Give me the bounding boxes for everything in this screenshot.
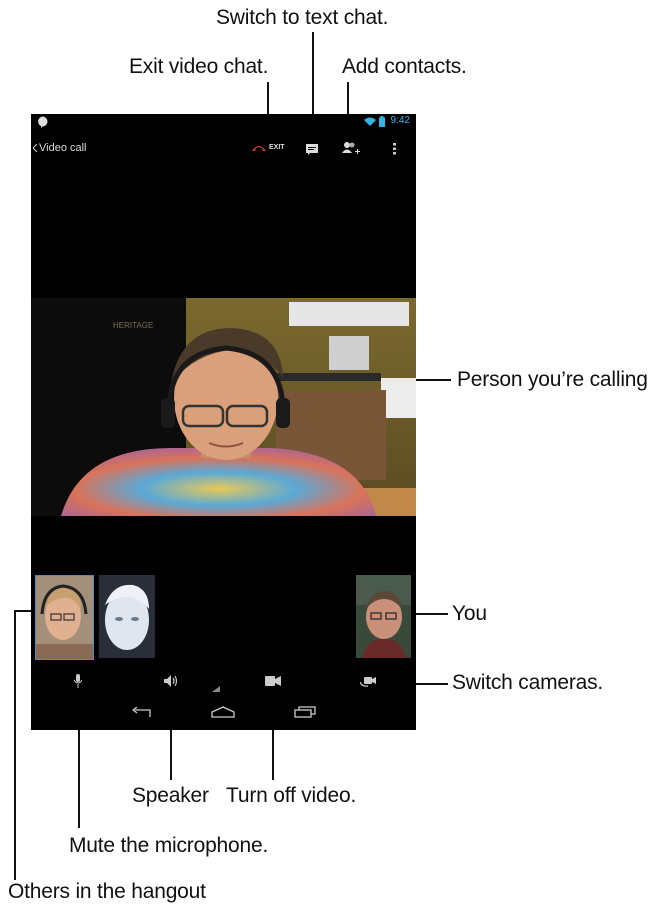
leader-others xyxy=(14,612,16,880)
callout-add-contacts: Add contacts. xyxy=(342,55,467,78)
nav-recents-icon xyxy=(294,706,316,718)
switch-camera-icon xyxy=(360,677,376,687)
wifi-icon xyxy=(364,117,376,126)
video-toggle-button[interactable] xyxy=(261,670,285,692)
callout-switch-text-chat: Switch to text chat. xyxy=(216,6,389,29)
nav-back-button[interactable] xyxy=(127,700,155,724)
phone-hangup-icon xyxy=(252,146,266,151)
status-bar: 9:42 xyxy=(31,114,416,130)
participant-thumbnail-1-image xyxy=(36,576,93,659)
call-controls xyxy=(31,666,416,730)
participant-thumbnail-1[interactable] xyxy=(35,575,94,660)
nav-back-icon xyxy=(131,707,151,717)
participant-thumbnail-2[interactable] xyxy=(99,575,155,658)
add-contacts-button[interactable] xyxy=(338,138,362,160)
self-view-thumbnail[interactable] xyxy=(356,575,411,658)
video-camera-icon xyxy=(265,676,281,686)
action-bar: Video call EXIT xyxy=(31,134,416,162)
status-time: 9:42 xyxy=(390,115,410,126)
callout-others-in-hangout: Others in the hangout xyxy=(8,880,206,903)
nav-home-button[interactable] xyxy=(207,700,239,724)
nav-home-icon xyxy=(211,706,235,718)
nav-recents-button[interactable] xyxy=(291,700,319,724)
nav-indicator-icon xyxy=(212,686,220,692)
back-label: Video call xyxy=(39,142,87,154)
leader-switch-text xyxy=(312,32,314,127)
overflow-menu-icon xyxy=(393,143,396,155)
back-button[interactable]: Video call xyxy=(31,134,101,162)
speaker-icon xyxy=(164,675,178,687)
main-video-feed[interactable]: HERITAGE xyxy=(31,298,416,516)
speaker-button[interactable] xyxy=(159,670,183,692)
back-chevron-icon xyxy=(33,144,38,152)
exit-label: EXIT xyxy=(269,144,285,151)
callout-person-calling: Person you’re calling xyxy=(457,368,648,391)
switch-camera-button[interactable] xyxy=(357,670,381,692)
exit-button[interactable]: EXIT xyxy=(249,138,289,158)
text-chat-button[interactable] xyxy=(301,138,323,160)
callout-switch-cameras: Switch cameras. xyxy=(452,671,604,694)
callout-exit-video-chat: Exit video chat. xyxy=(129,55,269,78)
self-view-image xyxy=(356,575,411,658)
main-video-image: HERITAGE xyxy=(31,298,416,516)
phone-screen: 9:42 Video call EXIT HERITAGE xyxy=(31,114,416,730)
chat-icon xyxy=(306,144,318,155)
participant-thumbnail-2-image xyxy=(99,575,155,658)
callout-turn-off-video: Turn off video. xyxy=(226,784,357,807)
overflow-menu-button[interactable] xyxy=(386,138,404,160)
callout-speaker: Speaker xyxy=(132,784,209,807)
callout-mute-microphone: Mute the microphone. xyxy=(69,834,269,857)
callout-you: You xyxy=(452,602,487,625)
hangouts-icon xyxy=(38,116,48,128)
microphone-icon xyxy=(74,674,82,688)
svg-text:HERITAGE: HERITAGE xyxy=(113,321,153,330)
add-person-icon xyxy=(342,142,360,154)
mute-button[interactable] xyxy=(67,670,89,692)
battery-icon xyxy=(379,116,385,127)
